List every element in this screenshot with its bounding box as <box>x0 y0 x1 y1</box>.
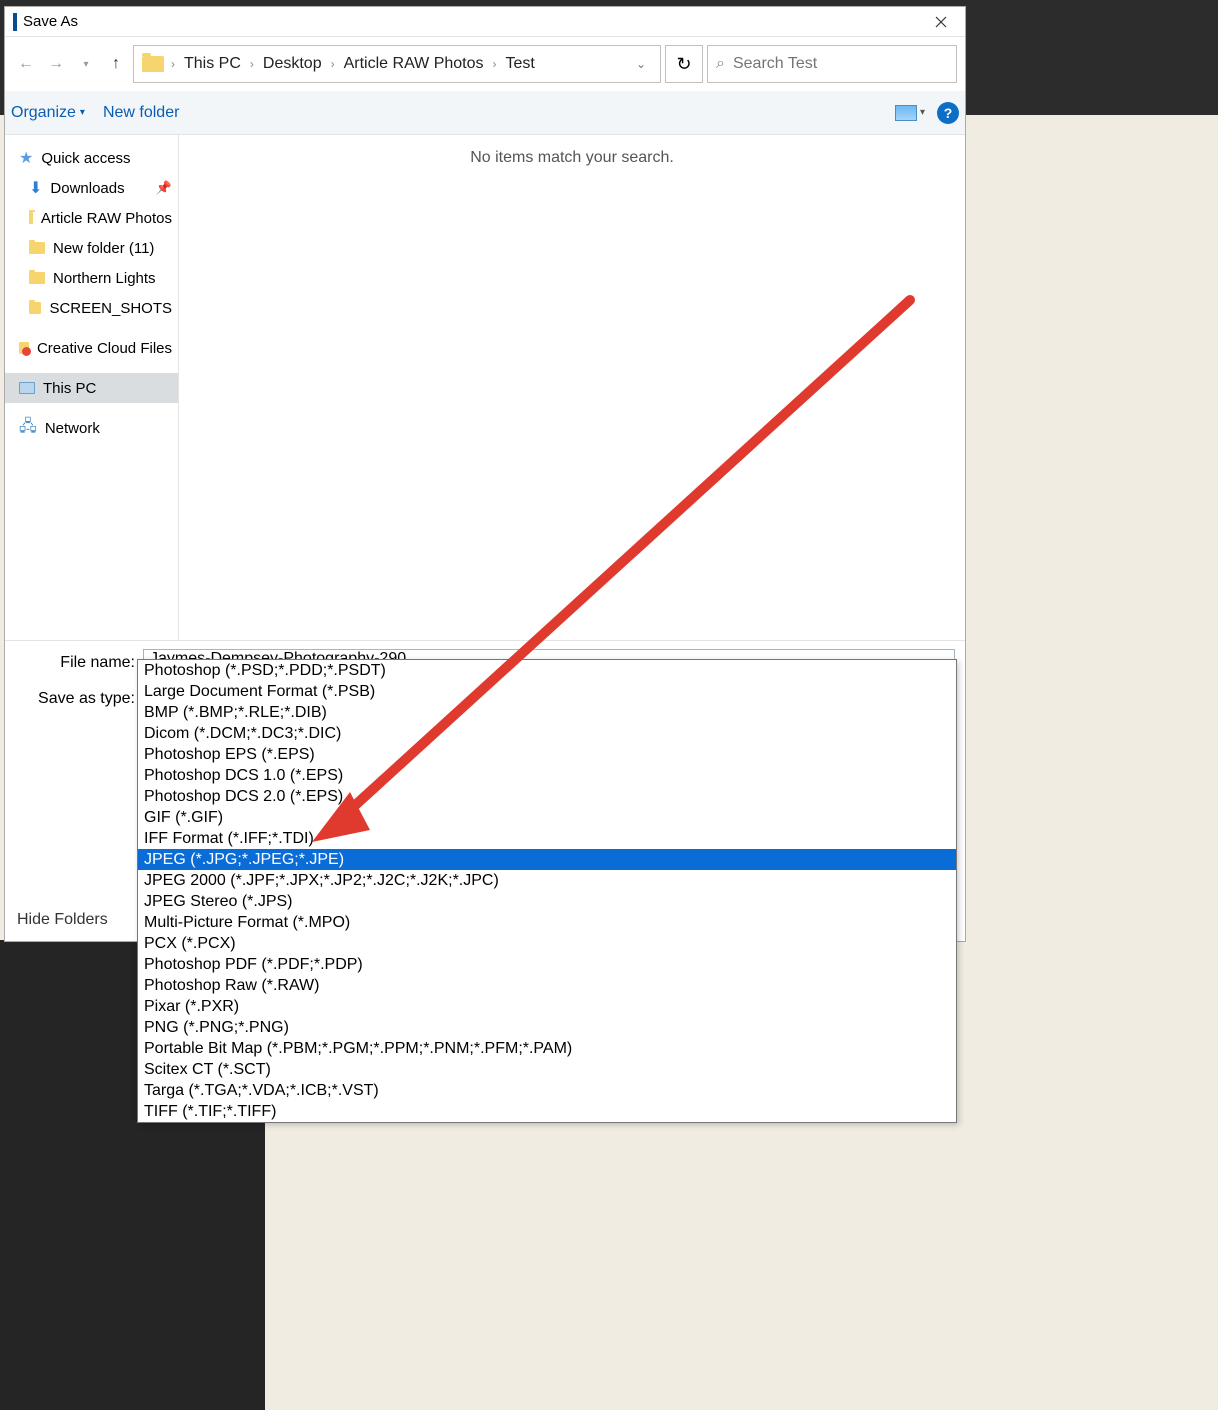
new-folder-button[interactable]: New folder <box>103 104 179 122</box>
file-type-dropdown[interactable]: Photoshop (*.PSD;*.PDD;*.PSDT)Large Docu… <box>137 659 957 1123</box>
folder-icon <box>29 272 45 284</box>
chevron-right-icon: › <box>247 57 257 71</box>
file-type-option[interactable]: IFF Format (*.IFF;*.TDI) <box>138 828 956 849</box>
file-type-option[interactable]: JPEG 2000 (*.JPF;*.JPX;*.JP2;*.J2C;*.J2K… <box>138 870 956 891</box>
pin-icon: 📌 <box>156 180 172 196</box>
recent-dropdown[interactable]: ▾ <box>73 51 99 77</box>
file-type-option[interactable]: BMP (*.BMP;*.RLE;*.DIB) <box>138 702 956 723</box>
sidebar-downloads[interactable]: ⬇ Downloads 📌 <box>5 173 178 203</box>
file-type-option[interactable]: TIFF (*.TIF;*.TIFF) <box>138 1101 956 1122</box>
sidebar-label: Downloads <box>50 180 124 197</box>
body: ★ Quick access ⬇ Downloads 📌 Article RAW… <box>5 135 965 640</box>
chevron-right-icon: › <box>328 57 338 71</box>
download-icon: ⬇ <box>29 178 42 198</box>
chevron-right-icon: › <box>490 57 500 71</box>
breadcrumb-item[interactable]: Test <box>500 55 541 73</box>
chevron-down-icon: ▾ <box>80 107 85 118</box>
file-type-option[interactable]: PNG (*.PNG;*.PNG) <box>138 1017 956 1038</box>
sidebar-new-folder-11[interactable]: New folder (11) <box>5 233 178 263</box>
sidebar-creative-cloud[interactable]: Creative Cloud Files <box>5 333 178 363</box>
hide-folders-button[interactable]: Hide Folders <box>17 911 108 929</box>
creative-cloud-icon <box>19 342 29 354</box>
filename-label: File name: <box>15 654 143 672</box>
breadcrumb-item[interactable]: This PC <box>178 55 247 73</box>
file-type-option[interactable]: Dicom (*.DCM;*.DC3;*.DIC) <box>138 723 956 744</box>
file-type-option[interactable]: Photoshop PDF (*.PDF;*.PDP) <box>138 954 956 975</box>
empty-message: No items match your search. <box>470 149 674 166</box>
file-type-option[interactable]: Scitex CT (*.SCT) <box>138 1059 956 1080</box>
titlebar: Save As <box>5 7 965 37</box>
sidebar-screen-shots[interactable]: SCREEN_SHOTS <box>5 293 178 323</box>
file-type-option[interactable]: Large Document Format (*.PSB) <box>138 681 956 702</box>
folder-icon <box>29 242 45 254</box>
app-icon <box>13 13 17 31</box>
forward-button[interactable]: → <box>43 51 69 77</box>
close-button[interactable] <box>921 8 961 36</box>
breadcrumb-item[interactable]: Article RAW Photos <box>338 55 490 73</box>
star-icon: ★ <box>19 148 33 168</box>
sidebar-network[interactable]: 🖧 Network <box>5 413 178 443</box>
search-input[interactable] <box>733 55 948 73</box>
sidebar: ★ Quick access ⬇ Downloads 📌 Article RAW… <box>5 135 179 640</box>
folder-icon <box>29 212 33 224</box>
sidebar-this-pc[interactable]: This PC <box>5 373 178 403</box>
sidebar-label: Creative Cloud Files <box>37 340 172 357</box>
breadcrumb-bar[interactable]: › This PC › Desktop › Article RAW Photos… <box>133 45 661 83</box>
sidebar-quick-access[interactable]: ★ Quick access <box>5 143 178 173</box>
file-type-option[interactable]: Portable Bit Map (*.PBM;*.PGM;*.PPM;*.PN… <box>138 1038 956 1059</box>
file-type-option[interactable]: Multi-Picture Format (*.MPO) <box>138 912 956 933</box>
refresh-button[interactable]: ↻ <box>665 45 703 83</box>
file-type-option[interactable]: Pixar (*.PXR) <box>138 996 956 1017</box>
sidebar-label: Article RAW Photos <box>41 210 172 227</box>
file-type-option[interactable]: JPEG Stereo (*.JPS) <box>138 891 956 912</box>
file-list-area: No items match your search. <box>179 135 965 640</box>
nav-row: ← → ▾ ↑ › This PC › Desktop › Article RA… <box>5 37 965 91</box>
organize-menu[interactable]: Organize ▾ <box>11 104 85 122</box>
up-button[interactable]: ↑ <box>103 51 129 77</box>
chevron-right-icon: › <box>168 57 178 71</box>
sidebar-label: Quick access <box>41 150 130 167</box>
folder-icon <box>142 56 164 72</box>
window-title: Save As <box>23 13 921 30</box>
file-type-option[interactable]: Targa (*.TGA;*.VDA;*.ICB;*.VST) <box>138 1080 956 1101</box>
search-icon: ⌕ <box>716 55 725 73</box>
sidebar-northern-lights[interactable]: Northern Lights <box>5 263 178 293</box>
partial-label: S <box>15 783 156 801</box>
file-type-option[interactable]: PCX (*.PCX) <box>138 933 956 954</box>
view-menu[interactable]: ▾ <box>895 105 925 121</box>
sidebar-label: SCREEN_SHOTS <box>49 300 172 317</box>
sidebar-label: Northern Lights <box>53 270 156 287</box>
view-icon <box>895 105 917 121</box>
sidebar-label: Network <box>45 420 100 437</box>
sidebar-article-raw[interactable]: Article RAW Photos <box>5 203 178 233</box>
pc-icon <box>19 382 35 394</box>
breadcrumb-dropdown[interactable]: ⌄ <box>626 57 656 71</box>
network-icon: 🖧 <box>19 415 37 442</box>
file-type-option[interactable]: Photoshop DCS 1.0 (*.EPS) <box>138 765 956 786</box>
search-box[interactable]: ⌕ <box>707 45 957 83</box>
chevron-down-icon: ▾ <box>920 107 925 118</box>
file-type-option[interactable]: JPEG (*.JPG;*.JPEG;*.JPE) <box>138 849 956 870</box>
folder-icon <box>29 302 41 314</box>
breadcrumb-item[interactable]: Desktop <box>257 55 328 73</box>
organize-label: Organize <box>11 104 76 122</box>
help-button[interactable]: ? <box>937 102 959 124</box>
save-as-type-label: Save as type: <box>15 690 143 708</box>
file-type-option[interactable]: Photoshop DCS 2.0 (*.EPS) <box>138 786 956 807</box>
file-type-option[interactable]: Photoshop Raw (*.RAW) <box>138 975 956 996</box>
file-type-option[interactable]: Photoshop EPS (*.EPS) <box>138 744 956 765</box>
back-button[interactable]: ← <box>13 51 39 77</box>
sidebar-label: New folder (11) <box>53 240 154 257</box>
sidebar-label: This PC <box>43 380 96 397</box>
file-type-option[interactable]: GIF (*.GIF) <box>138 807 956 828</box>
file-type-option[interactable]: Photoshop (*.PSD;*.PDD;*.PSDT) <box>138 660 956 681</box>
toolbar: Organize ▾ New folder ▾ ? <box>5 91 965 135</box>
